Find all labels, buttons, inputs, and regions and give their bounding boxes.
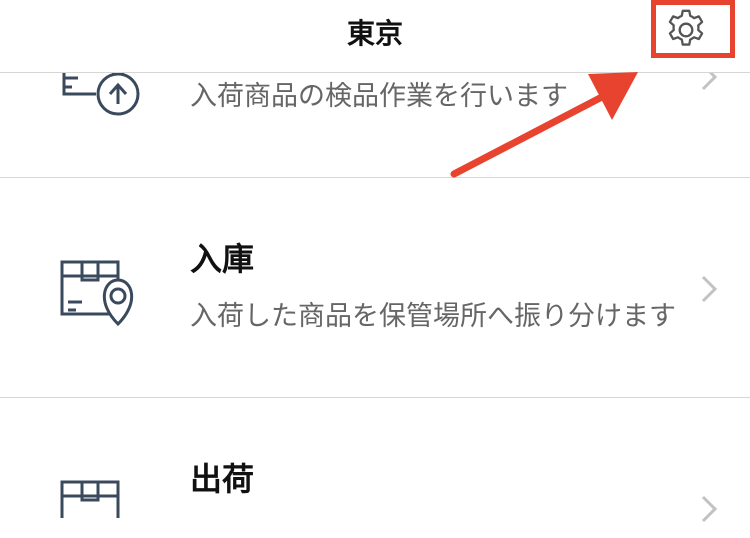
box-location-pin-icon [56, 258, 146, 342]
menu-row-shipping[interactable]: 出荷 [0, 398, 750, 538]
annotation-highlight-box [651, 0, 735, 58]
chevron-right-icon [700, 494, 718, 528]
page-title: 東京 [346, 17, 403, 50]
annotation-arrow [450, 72, 638, 178]
box-shipping-icon [56, 478, 146, 522]
menu-row-title: 入庫 [190, 240, 255, 278]
chevron-right-icon [700, 274, 718, 308]
menu-row-putaway[interactable]: 入庫 入荷した商品を保管場所へ振り分けます [0, 178, 750, 398]
menu-row-description: 入荷した商品を保管場所へ振り分けます [190, 301, 676, 332]
menu-row-title: 出荷 [190, 460, 255, 498]
